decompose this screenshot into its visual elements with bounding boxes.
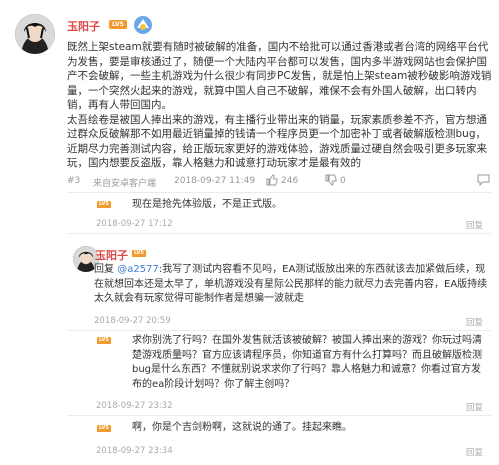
reply-prefix: 回复: [94, 264, 114, 275]
floor-number: #3: [67, 176, 81, 186]
reply-text: 现在是抢先体验版，不是正式版。: [132, 199, 282, 210]
level-badge: LV5: [97, 337, 111, 344]
reply-text: 啊，你是个吉剑粉啊，这就说的通了。挂起来瞧。: [132, 422, 352, 433]
level-badge: LV5: [97, 201, 111, 208]
reply-button[interactable]: 回复: [466, 316, 483, 328]
device-label: 来自安卓客户端: [93, 179, 157, 189]
reply-timestamp: 2018-09-27 17:12: [96, 219, 173, 229]
reply-timestamp: 2018-09-27 23:32: [96, 401, 173, 411]
level-badge: LV5: [109, 20, 127, 29]
reply-text: 求你别洗了行吗？在国外发售就活该被破解？被国人捧出来的游戏？你玩过吗清楚游戏质量…: [132, 335, 482, 390]
badge-icon: [132, 14, 156, 38]
mention-link[interactable]: @a2577: [117, 264, 159, 275]
post-paragraph: 太吾绘卷是被国人捧出来的游戏，有主播行业带出来的销量，玩家素质参差不齐，官方想通…: [67, 113, 487, 170]
level-badge: LV5: [132, 250, 146, 257]
thumbs-down-icon[interactable]: [325, 174, 337, 189]
reply-username[interactable]: 玉阳子: [95, 247, 128, 263]
level-badge: LV5: [97, 425, 111, 432]
divider: [67, 330, 491, 331]
divider: [67, 415, 491, 416]
post-meta: #3 来自安卓客户端 2018-09-27 11:49 246 0: [67, 174, 492, 190]
chat-icon[interactable]: [477, 174, 490, 189]
reply-button[interactable]: 回复: [466, 219, 483, 231]
avatar[interactable]: [15, 14, 55, 54]
dislike-count: 0: [340, 176, 346, 186]
reply-button[interactable]: 回复: [466, 401, 483, 413]
post-content: 既然上架steam就要有随时被破解的准备，国内不给批可以通过香港或者台湾的网络平…: [67, 40, 492, 171]
reply-button[interactable]: 回复: [466, 446, 483, 458]
post-timestamp: 2018-09-27 11:49: [174, 176, 256, 186]
reply-timestamp: 2018-09-27 23:34: [96, 446, 173, 456]
reply-timestamp: 2018-09-27 20:59: [94, 316, 171, 326]
main-post: 玉阳子 LV5 既然上架steam就要有随时被破解的准备，国内不给批可以通过香港…: [0, 0, 499, 200]
divider: [67, 233, 491, 234]
thumbs-up-icon[interactable]: [266, 174, 278, 189]
divider: [67, 192, 491, 193]
post-paragraph: 既然上架steam就要有随时被破解的准备，国内不给批可以通过香港或者台湾的网络平…: [67, 41, 492, 111]
like-count: 246: [281, 176, 299, 186]
sub-reply-text: 回复 @a2577:我写了测试内容看不见吗，EA测试版放出来的东西就该去加紧做后…: [94, 263, 492, 307]
post-username[interactable]: 玉阳子: [67, 18, 100, 34]
